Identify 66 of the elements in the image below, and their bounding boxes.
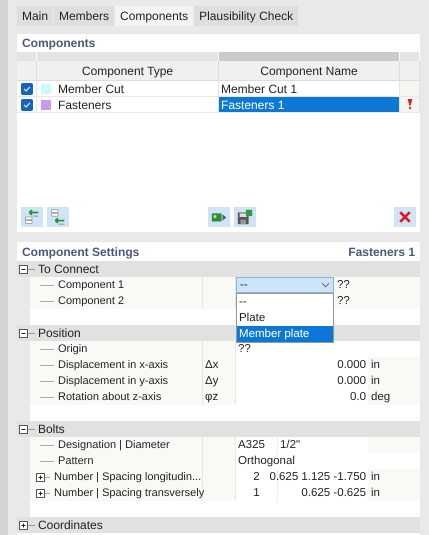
property-symbol: φz <box>205 391 218 403</box>
property-value: ?? <box>337 279 350 291</box>
property-name: Component 2 <box>58 295 124 307</box>
unit-label: in <box>371 375 380 387</box>
property-value: ?? <box>337 295 350 307</box>
property-name: Displacement in x-axis <box>58 359 168 371</box>
property-value: ?? <box>238 343 251 355</box>
group-label[interactable]: Coordinates <box>38 518 103 532</box>
dropdown-option[interactable]: -- <box>237 294 333 310</box>
property-value: 1/2" <box>280 439 300 451</box>
import-icon[interactable] <box>208 207 230 227</box>
panel-title: Component Settings <box>22 244 140 258</box>
checkbox[interactable] <box>20 98 32 110</box>
unit-label: deg <box>371 391 390 403</box>
toggle-icon[interactable] <box>36 488 45 498</box>
unit-label: in <box>371 359 380 371</box>
tab[interactable]: Members <box>54 6 114 26</box>
component-dropdown[interactable]: -- <box>236 277 334 293</box>
move-up-icon[interactable] <box>21 207 43 227</box>
unit-label: in <box>371 487 380 499</box>
property-value: 0.625 1.125 -1.750 <box>269 471 366 483</box>
property-name: Displacement in y-axis <box>58 375 168 387</box>
table-cell: Fasteners <box>58 98 112 112</box>
property-value: 1 <box>253 487 260 499</box>
property-symbol: Δy <box>205 375 218 387</box>
property-symbol: Δx <box>205 359 218 371</box>
tab[interactable]: Components <box>115 6 194 26</box>
property-name: Designation | Diameter <box>58 439 170 451</box>
property-value: 0.625 -0.625 <box>301 487 366 499</box>
toggle-icon[interactable] <box>36 472 45 482</box>
column-header: Component Type <box>82 64 174 78</box>
property-name: Number | Spacing longitudin... <box>54 471 202 483</box>
column-header: Component Name <box>260 64 358 78</box>
property-value: 0.000 <box>337 375 366 387</box>
chevron-down-icon <box>321 282 330 288</box>
toggle-icon[interactable] <box>19 520 28 530</box>
group-label[interactable]: Position <box>38 326 81 340</box>
property-value: Orthogonal <box>238 455 295 467</box>
tab[interactable]: Main <box>17 6 54 26</box>
property-name: Rotation about z-axis <box>58 391 162 403</box>
property-name: Component 1 <box>58 279 124 291</box>
property-value: A325 <box>238 439 265 451</box>
group-label[interactable]: To Connect <box>38 262 99 276</box>
warning-icon <box>406 99 412 110</box>
checkbox[interactable] <box>20 82 32 94</box>
group-label[interactable]: Bolts <box>38 422 65 436</box>
name-cell[interactable]: Fasteners 1 <box>219 97 400 113</box>
delete-icon[interactable] <box>394 207 416 227</box>
property-name: Origin <box>58 343 88 355</box>
property-name: Number | Spacing transversely <box>54 487 204 499</box>
tab[interactable]: Plausibility Check <box>194 6 298 26</box>
dropdown-option[interactable]: Plate <box>237 310 333 326</box>
panel-title: Components <box>22 36 96 50</box>
dropdown-option[interactable]: Member plate <box>237 326 333 342</box>
property-name: Pattern <box>58 455 94 467</box>
property-value: 2 <box>253 471 260 483</box>
property-value: 0.000 <box>337 359 366 371</box>
save-icon[interactable] <box>234 207 256 227</box>
toggle-icon[interactable] <box>19 424 28 434</box>
table-cell: Member Cut <box>58 82 124 96</box>
current-component: Fasteners 1 <box>348 244 415 258</box>
toggle-icon[interactable] <box>19 328 28 338</box>
property-value: 0.0 <box>350 391 366 403</box>
move-down-icon[interactable] <box>47 207 69 227</box>
unit-label: in <box>371 471 380 483</box>
toggle-icon[interactable] <box>19 264 28 274</box>
